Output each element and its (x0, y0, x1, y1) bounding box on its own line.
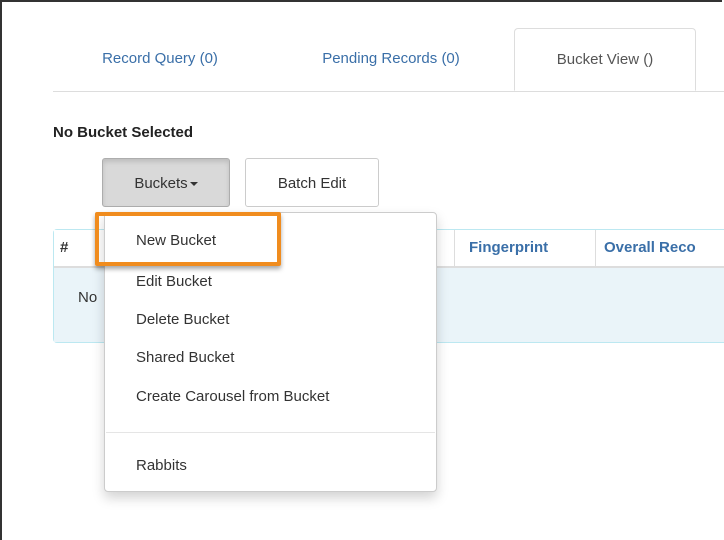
column-divider (595, 230, 596, 266)
column-divider (454, 230, 455, 266)
column-header-fingerprint[interactable]: Fingerprint (469, 230, 548, 266)
menu-item-delete-bucket[interactable]: Delete Bucket (105, 305, 436, 335)
tab-bucket-view[interactable]: Bucket View () (514, 28, 696, 91)
buckets-button-label: Buckets (134, 175, 188, 192)
batch-edit-button[interactable]: Batch Edit (245, 158, 379, 207)
column-header-overall-record[interactable]: Overall Reco (604, 230, 696, 266)
menu-item-edit-bucket[interactable]: Edit Bucket (105, 267, 436, 297)
new-bucket-highlight-box (95, 212, 281, 266)
buckets-dropdown-button[interactable]: Buckets (102, 158, 230, 207)
caret-down-icon (189, 182, 198, 187)
column-header-number[interactable]: # (60, 230, 68, 266)
empty-table-message: No (78, 289, 98, 306)
menu-item-create-carousel[interactable]: Create Carousel from Bucket (105, 382, 436, 412)
bucket-status-heading: No Bucket Selected (53, 124, 194, 141)
tab-record-query[interactable]: Record Query (0) (53, 28, 267, 90)
menu-divider (106, 432, 435, 433)
menu-item-shared-bucket[interactable]: Shared Bucket (105, 343, 436, 373)
menu-item-rabbits[interactable]: Rabbits (105, 451, 436, 481)
tab-bar: Record Query (0) Pending Records (0) Buc… (53, 28, 724, 92)
tab-pending-records[interactable]: Pending Records (0) (267, 28, 515, 90)
